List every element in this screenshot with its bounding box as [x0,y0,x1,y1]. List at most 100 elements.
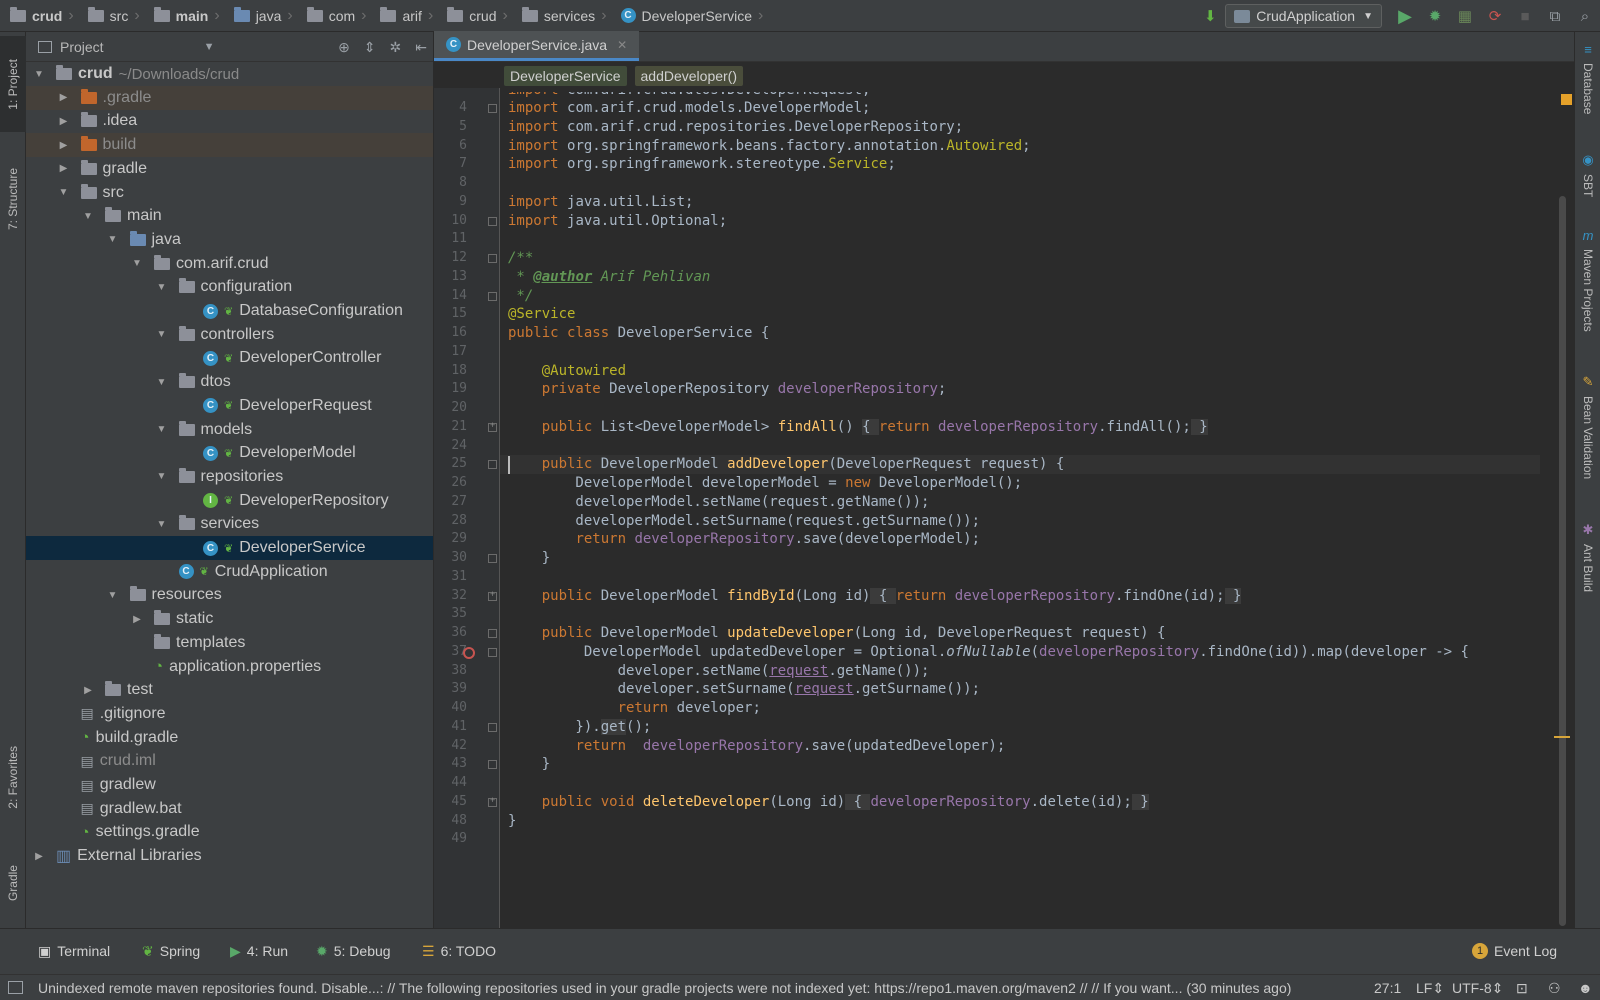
collapse-fold-icon[interactable] [488,760,497,770]
expand-fold-icon[interactable] [488,420,497,432]
expanded-arrow-icon[interactable]: ▼ [155,471,169,482]
tree-item[interactable]: ◔ application.properties [26,655,433,679]
code-breadcrumb-class[interactable]: DeveloperService [504,66,627,86]
tree-item[interactable]: ▼ configuration [26,275,433,299]
file-encoding[interactable]: UTF-8⇕ [1452,980,1503,997]
collapse-fold-icon[interactable] [488,460,497,470]
expand-fold-icon[interactable] [488,795,497,807]
debug-icon[interactable]: ✹ [1420,0,1450,32]
tree-item[interactable]: ▼ services [26,512,433,536]
collapsed-arrow-icon[interactable]: ▶ [57,92,71,103]
collapsed-arrow-icon[interactable]: ▶ [57,163,71,174]
gear-icon[interactable]: ✲ [390,39,402,56]
run-icon[interactable]: ▶ [1390,0,1420,32]
tree-item[interactable]: ▶ .gradle [26,85,433,110]
tool-terminal[interactable]: ▣ Terminal [38,929,110,973]
git-icon[interactable]: ⚇ [1548,980,1561,997]
collapse-fold-icon[interactable] [488,216,497,226]
tree-item[interactable]: C ❦ CrudApplication [26,560,433,584]
tree-item[interactable]: ▤ .gitignore [26,702,433,726]
expanded-arrow-icon[interactable]: ▼ [155,519,169,530]
tree-item[interactable]: ▼ resources [26,583,433,607]
breakpoint-icon[interactable] [463,646,475,659]
profile-icon[interactable]: ⟳ [1480,0,1510,32]
collapsed-arrow-icon[interactable]: ▶ [57,116,71,127]
expand-fold-icon[interactable] [488,589,497,601]
breadcrumb-java[interactable]: java › [224,0,297,32]
run-configuration-select[interactable]: CrudApplication ▼ [1225,4,1382,28]
search-icon[interactable]: ⌕ [1570,0,1600,32]
expanded-arrow-icon[interactable]: ▼ [32,69,46,80]
line-separator[interactable]: LF⇕ [1416,980,1444,997]
collapse-fold-icon[interactable] [488,254,497,263]
tree-item[interactable]: ▶ .idea [26,109,433,133]
tree-item[interactable]: ▶ gradle [26,157,433,181]
tree-item[interactable]: ▶ ▥ External Libraries [26,844,433,868]
chevron-down-icon[interactable]: ▼ [204,41,215,53]
collapse-fold-icon[interactable] [488,629,497,638]
tool-tab-ant-build[interactable]: ✱ Ant Build [1575,522,1600,592]
tree-item[interactable]: ▤ crud.iml [26,749,433,773]
collapse-all-icon[interactable]: ⇕ [364,39,376,56]
tree-item[interactable]: ▼ crud ~/Downloads/crud [26,62,433,86]
locate-icon[interactable]: ⊕ [338,39,350,56]
close-icon[interactable]: ✕ [617,38,627,52]
editor-tab-developer-service[interactable]: C DeveloperService.java ✕ [434,31,640,61]
editor-scrollbar[interactable] [1559,88,1566,928]
tool-tab-maven[interactable]: m Maven Projects [1575,228,1600,332]
tree-item[interactable]: C ❦ DeveloperService [26,536,433,560]
collapse-fold-icon[interactable] [488,291,497,301]
tree-item[interactable]: ▼ com.arif.crud [26,252,433,276]
tree-item[interactable]: ▼ controllers [26,323,433,347]
status-message[interactable]: Unindexed remote maven repositories foun… [38,980,1291,996]
expanded-arrow-icon[interactable]: ▼ [155,282,169,293]
hide-icon[interactable]: ⇤ [415,39,427,56]
collapse-fold-icon[interactable] [488,722,497,732]
expanded-arrow-icon[interactable]: ▼ [106,590,120,601]
expanded-arrow-icon[interactable]: ▼ [57,187,71,198]
breadcrumb-arif[interactable]: arif › [370,0,437,32]
breadcrumb-main[interactable]: main › [144,0,224,32]
lock-icon[interactable]: ⊡ [1516,980,1528,997]
warning-marker[interactable] [1554,736,1570,738]
breadcrumb-com[interactable]: com › [297,0,371,32]
collapse-fold-icon[interactable] [488,647,497,657]
tree-item[interactable]: C ❦ DeveloperModel [26,441,433,465]
tree-item[interactable]: C ❦ DeveloperController [26,346,433,370]
collapsed-arrow-icon[interactable]: ▶ [130,614,144,625]
editor-gutter[interactable]: 4567891011121314151617181920212425262728… [434,88,500,928]
tree-item[interactable]: C ❦ DeveloperRequest [26,394,433,418]
inspection-status-icon[interactable] [1561,94,1572,105]
tree-item[interactable]: ▼ repositories [26,465,433,489]
expanded-arrow-icon[interactable]: ▼ [155,377,169,388]
expanded-arrow-icon[interactable]: ▼ [106,234,120,245]
tree-item[interactable]: ◔ build.gradle [26,726,433,750]
breadcrumb-developer-service[interactable]: C DeveloperService › [611,0,768,32]
caret-position[interactable]: 27:1 [1374,980,1401,996]
scrollbar-thumb[interactable] [1559,196,1566,926]
tool-tab-project[interactable]: 1: Project [0,36,26,132]
breadcrumb-crud[interactable]: crud › [0,0,78,32]
tree-item[interactable]: ▼ src [26,181,433,205]
project-structure-icon[interactable]: ⧉ [1540,0,1570,32]
tool-debug[interactable]: ✹ 5: Debug [316,929,391,973]
expanded-arrow-icon[interactable]: ▼ [130,258,144,269]
tree-item[interactable]: C ❦ DatabaseConfiguration [26,299,433,323]
tool-tab-gradle[interactable]: Gradle [0,844,26,922]
collapsed-arrow-icon[interactable]: ▶ [81,685,95,696]
tool-todo[interactable]: ☰ 6: TODO [422,929,496,973]
tree-item[interactable]: I ❦ DeveloperRepository [26,489,433,513]
tree-item[interactable]: ▶ build [26,133,433,158]
tree-item[interactable]: ▤ gradlew.bat [26,797,433,821]
tool-windows-toggle-icon[interactable] [8,981,23,994]
tree-item[interactable]: ▼ main [26,204,433,228]
tree-item[interactable]: ▼ dtos [26,370,433,394]
expanded-arrow-icon[interactable]: ▼ [155,424,169,435]
collapsed-arrow-icon[interactable]: ▶ [57,140,71,151]
project-panel-title[interactable]: Project [60,39,104,55]
tool-event-log[interactable]: 1 Event Log [1472,929,1557,973]
expanded-arrow-icon[interactable]: ▼ [155,329,169,340]
tree-item[interactable]: ▼ models [26,418,433,442]
tool-tab-database[interactable]: ≡ Database [1575,42,1600,114]
breadcrumb-crud-package[interactable]: crud › [437,0,512,32]
